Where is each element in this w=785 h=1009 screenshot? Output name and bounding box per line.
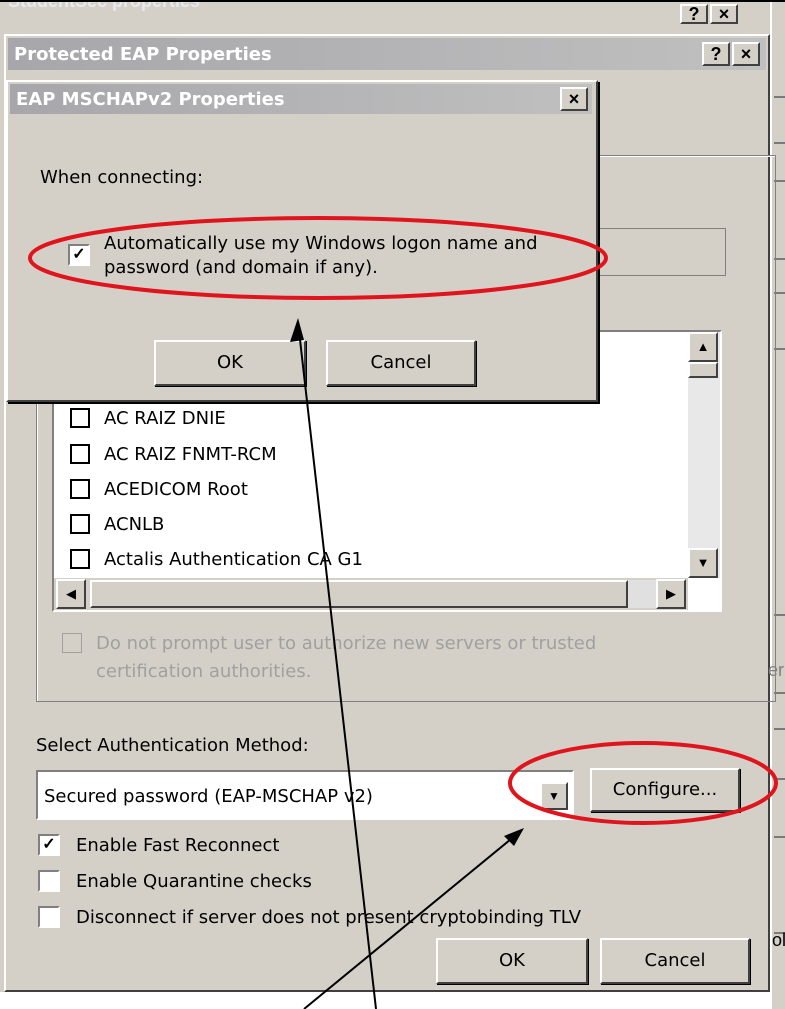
cancel-button[interactable]: Cancel [600,938,750,984]
checkbox-checked-icon[interactable]: ✓ [38,834,60,856]
clipped-text: ol [772,930,785,950]
select-auth-method-label: Select Authentication Method: [36,735,309,756]
enable-quarantine-option[interactable]: Enable Quarantine checks [38,870,312,892]
checkbox[interactable] [38,906,60,928]
list-item[interactable]: ACEDICOM Root [70,473,248,505]
mschapv2-close-button[interactable]: × [560,87,588,111]
auth-method-select[interactable]: Secured password (EAP-MSCHAP v2) ▼ [36,770,574,820]
list-item-label: AC RAIZ DNIE [104,407,226,429]
configure-button[interactable]: Configure... [590,768,740,812]
mschapv2-titlebar: EAP MSCHAPv2 Properties × [10,84,592,114]
checkbox[interactable] [70,514,90,534]
list-item[interactable]: AC RAIZ DNIE [70,402,226,434]
list-item[interactable]: AC RAIZ FNMT-RCM [70,438,277,470]
checkbox[interactable] [70,549,90,569]
do-not-prompt-checkbox [62,633,82,653]
protected-eap-title: Protected EAP Properties [14,44,272,65]
checkbox[interactable] [70,408,90,428]
scroll-left-icon[interactable]: ◀ [56,579,86,609]
horizontal-scroll-thumb[interactable] [90,580,628,608]
when-connecting-label: When connecting: [40,167,204,188]
connect-to-servers-field[interactable] [596,228,726,276]
background-dialog-title: StudentSec properties [8,2,770,22]
list-item[interactable]: Actalis Authentication CA G1 [70,543,363,575]
scroll-down-icon[interactable]: ▼ [688,548,718,578]
peap-help-button[interactable]: ? [702,42,730,66]
peap-close-button[interactable]: × [732,42,760,66]
checkbox[interactable] [70,444,90,464]
checkbox[interactable] [38,870,60,892]
scroll-right-icon[interactable]: ▶ [656,579,686,609]
scroll-up-icon[interactable]: ▲ [688,332,718,362]
list-item-label: ACEDICOM Root [104,478,248,500]
disconnect-cryptobinding-option[interactable]: Disconnect if server does not present cr… [38,906,581,928]
clipped-text: er [768,660,785,680]
do-not-prompt-label: Do not prompt user to authorize new serv… [96,633,597,682]
list-item-label: Actalis Authentication CA G1 [104,548,363,570]
chevron-down-icon[interactable]: ▼ [540,782,568,810]
checkbox[interactable] [70,479,90,499]
vertical-scroll-thumb[interactable] [688,362,718,378]
vertical-scrollbar[interactable]: ▲ ▼ [688,332,720,578]
mschapv2-title: EAP MSCHAPv2 Properties [16,89,285,110]
list-item-label: AC RAIZ FNMT-RCM [104,443,277,465]
mschapv2-ok-button[interactable]: OK [154,340,306,386]
auth-method-value: Secured password (EAP-MSCHAP v2) [44,786,373,807]
ok-button[interactable]: OK [436,938,588,984]
horizontal-scroll-track [628,580,656,608]
disconnect-cryptobinding-label: Disconnect if server does not present cr… [76,906,582,928]
auto-logon-label: Automatically use my Windows logon name … [104,233,538,278]
background-help-button[interactable]: ? [680,4,708,24]
enable-quarantine-label: Enable Quarantine checks [76,870,312,892]
enable-fast-reconnect-label: Enable Fast Reconnect [76,834,280,856]
list-item-label: ACNLB [104,513,165,535]
enable-fast-reconnect-option[interactable]: ✓ Enable Fast Reconnect [38,834,279,856]
mschapv2-cancel-button[interactable]: Cancel [326,340,476,386]
auto-logon-checkbox-checked-icon[interactable]: ✓ [68,244,90,266]
list-item[interactable]: ACNLB [70,508,164,540]
protected-eap-titlebar: Protected EAP Properties ? × [8,38,766,70]
background-close-button[interactable]: × [710,4,738,24]
